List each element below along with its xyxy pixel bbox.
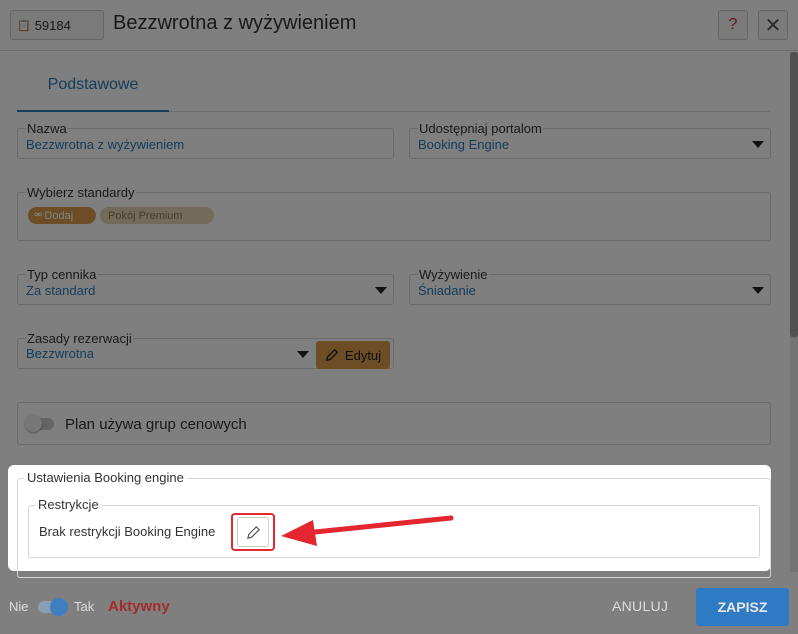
portals-value: Booking Engine — [418, 137, 510, 152]
meal-label: Wyżywienie — [418, 267, 489, 283]
booking-rules-select[interactable]: Zasady rezerwacji Bezzwrotna Edytuj — [17, 331, 394, 369]
booking-rules-value: Bezzwrotna — [26, 346, 94, 361]
plan-id-value: 59184 — [34, 17, 71, 33]
price-groups-label: Plan używa grup cenowych — [65, 416, 247, 433]
caret-down-icon — [297, 351, 309, 358]
active-toggle[interactable] — [50, 598, 68, 616]
close-button[interactable]: ✕ — [758, 10, 788, 40]
scrollbar-thumb[interactable] — [790, 52, 798, 337]
active-on-label: Tak — [74, 599, 95, 614]
save-button[interactable]: ZAPISZ — [696, 588, 789, 626]
caret-down-icon — [752, 287, 764, 294]
name-field[interactable]: Nazwa Bezzwrotna z wyżywieniem — [17, 121, 394, 159]
meal-select[interactable]: Wyżywienie Śniadanie — [409, 267, 771, 305]
portals-label: Udostępniaj portalom — [418, 121, 543, 137]
tab-podstawowe[interactable]: Podstawowe — [17, 60, 169, 112]
price-groups-row: Plan używa grup cenowych — [17, 402, 771, 445]
edit-restrictions-button[interactable] — [237, 517, 269, 547]
meal-value: Śniadanie — [418, 283, 476, 298]
name-label: Nazwa — [26, 121, 68, 137]
clipboard-icon: 📋 — [17, 19, 31, 32]
standard-tag[interactable]: Pokój Premium — [100, 207, 214, 224]
name-value: Bezzwrotna z wyżywieniem — [26, 137, 185, 152]
annotation-arrow-icon — [281, 515, 454, 546]
modal-header: 📋 59184 Bezzwrotna z wyżywieniem ? ✕ — [0, 0, 798, 51]
caret-down-icon — [752, 141, 764, 148]
help-button[interactable]: ? — [718, 10, 748, 40]
active-status: Aktywny — [108, 598, 170, 615]
tag-icon: ⚮ — [34, 210, 43, 221]
pencil-icon — [246, 525, 260, 539]
price-groups-toggle[interactable] — [25, 415, 42, 432]
pencil-icon — [325, 348, 339, 362]
standards-field[interactable]: Wybierz standardy ⚮ Dodaj Pokój Premium — [17, 185, 771, 241]
add-standard-label: Dodaj — [44, 209, 74, 222]
restrictions-label: Restrykcje — [35, 497, 102, 512]
active-off-label: Nie — [9, 599, 29, 614]
portals-select[interactable]: Udostępniaj portalom Booking Engine — [409, 121, 771, 159]
tab-bar: Podstawowe — [17, 60, 770, 112]
plan-id-chip: 📋 59184 — [10, 10, 104, 40]
modal-title: Bezzwrotna z wyżywieniem — [113, 12, 357, 34]
caret-down-icon — [375, 287, 387, 294]
edit-booking-rules-button[interactable]: Edytuj — [316, 341, 390, 369]
pricelist-type-value: Za standard — [26, 283, 96, 298]
booking-engine-label: Ustawienia Booking engine — [24, 470, 187, 485]
cancel-button[interactable]: ANULUJ — [612, 598, 668, 614]
restrictions-text: Brak restrykcji Booking Engine — [39, 524, 216, 539]
pricelist-type-select[interactable]: Typ cennika Za standard — [17, 267, 394, 305]
edit-label: Edytuj — [344, 347, 382, 363]
pricelist-type-label: Typ cennika — [26, 267, 98, 283]
add-standard-button[interactable]: ⚮ Dodaj — [28, 207, 96, 224]
standards-label: Wybierz standardy — [26, 185, 136, 201]
booking-rules-label: Zasady rezerwacji — [26, 331, 133, 347]
